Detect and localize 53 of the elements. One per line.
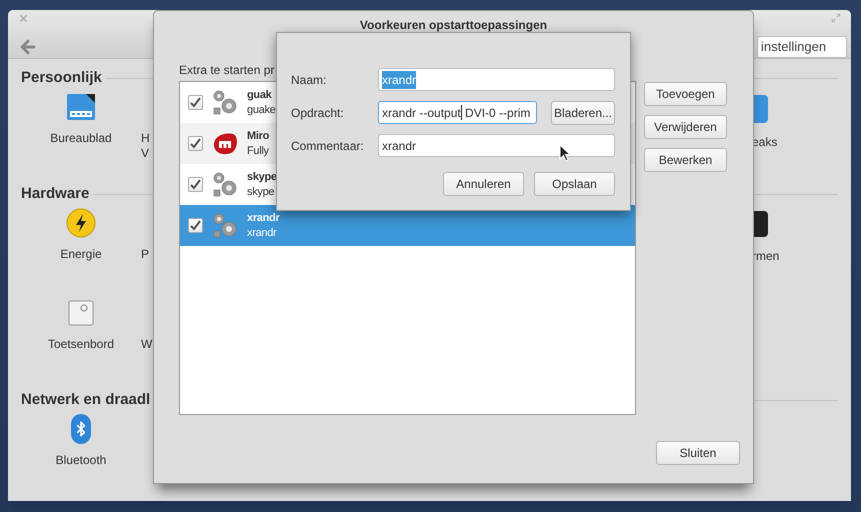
category-label[interactable]: H: [141, 131, 150, 146]
field-label: Commentaar:: [291, 138, 365, 154]
checkmark-icon: [190, 138, 201, 149]
category-label[interactable]: V: [141, 146, 150, 161]
search-field[interactable]: instellingen: [757, 36, 847, 58]
program-description: skype: [247, 184, 276, 200]
dialog-title: Voorkeuren opstarttoepassingen: [360, 17, 548, 34]
key-icon: [68, 300, 94, 326]
program-name: xrandr: [247, 210, 280, 226]
checkbox[interactable]: [188, 95, 203, 110]
text-caret: [460, 105, 462, 120]
checkbox[interactable]: [188, 218, 203, 233]
category-label[interactable]: Bureaublad: [50, 129, 112, 147]
section-heading: Netwerk en draadl: [21, 390, 150, 410]
program-name: Miro: [247, 128, 270, 144]
back-icon[interactable]: [18, 37, 38, 57]
mouse-pointer-icon: [559, 144, 571, 162]
lightning-icon: [66, 208, 96, 238]
category-label[interactable]: Bluetooth: [56, 451, 106, 469]
category-label[interactable]: W: [141, 337, 152, 352]
gears-icon: [211, 212, 239, 240]
action-button[interactable]: Bewerken: [644, 148, 727, 172]
text-field[interactable]: xrandr --output DVI-0 --prim: [378, 101, 537, 124]
checkmark-icon: [190, 179, 201, 190]
action-button[interactable]: Verwijderen: [644, 115, 727, 139]
checkmark-icon: [190, 97, 201, 108]
category-label[interactable]: Toetsenbord: [48, 335, 114, 353]
program-description: Fully: [247, 144, 270, 158]
desktop-icon: [66, 93, 96, 121]
checkbox[interactable]: [188, 177, 203, 192]
miro-logo-icon: [211, 132, 239, 156]
program-name: guak: [247, 88, 273, 102]
section-heading: Hardware: [21, 184, 90, 204]
dialog-button[interactable]: Opslaan: [534, 172, 615, 196]
text-field[interactable]: xrandr: [378, 134, 615, 157]
field-label: Naam:: [291, 72, 328, 88]
category-label[interactable]: P: [141, 247, 150, 262]
bluetooth-icon: [71, 414, 91, 444]
gears-icon: [211, 88, 239, 116]
category-label[interactable]: Energie: [60, 245, 102, 263]
close-button[interactable]: Sluiten: [656, 441, 740, 465]
program-description: guake: [247, 102, 276, 118]
dialog-button[interactable]: Annuleren: [443, 172, 524, 196]
checkmark-icon: [190, 220, 201, 231]
gears-icon: [211, 170, 239, 198]
action-button[interactable]: Toevoegen: [644, 82, 727, 106]
checkbox[interactable]: [188, 136, 203, 151]
field-label: Opdracht:: [291, 104, 345, 122]
browse-button[interactable]: Bladeren...: [551, 100, 615, 124]
list-label: Extra te starten pr: [179, 62, 274, 79]
program-name: skype: [247, 170, 277, 184]
program-description: xrandr: [247, 226, 278, 240]
section-heading: Persoonlijk: [21, 68, 102, 88]
